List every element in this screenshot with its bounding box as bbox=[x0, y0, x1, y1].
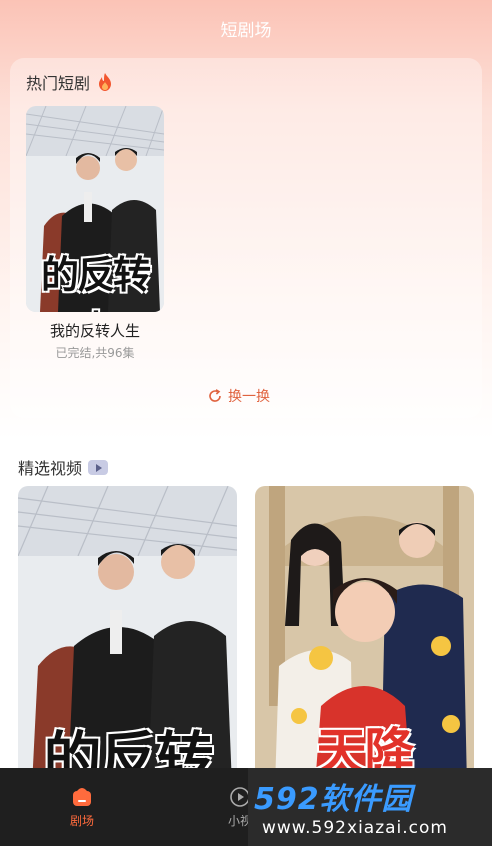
drama-name[interactable]: 我的反转人生 bbox=[26, 320, 164, 341]
tab-theater-label: 剧场 bbox=[69, 814, 94, 828]
featured-videos-title: 精选视频 bbox=[18, 459, 83, 478]
play-badge-icon bbox=[88, 459, 109, 475]
drama-poster-title: 的反转人 bbox=[40, 253, 151, 312]
flame-icon bbox=[99, 73, 112, 91]
hot-dramas-header: 热门短剧 bbox=[26, 70, 114, 94]
tab-theater[interactable]: 剧场 bbox=[42, 786, 122, 829]
featured-videos-header: 精选视频 bbox=[18, 455, 109, 479]
hot-dramas-card: 热门短剧 的反转人 我的反转人生 已完结,共96集 bbox=[10, 58, 482, 418]
drama-poster[interactable]: 的反转人 bbox=[26, 106, 164, 312]
featured-video-card-2[interactable]: 天降 bbox=[255, 486, 474, 786]
site-watermark: 592软件园 www.592xiazai.com bbox=[248, 768, 492, 846]
watermark-url: www.592xiazai.com bbox=[262, 818, 448, 838]
featured-video-card-1[interactable]: 的反转 bbox=[18, 486, 237, 786]
theater-icon bbox=[73, 788, 91, 806]
hot-dramas-title: 热门短剧 bbox=[26, 74, 91, 93]
watermark-brand: 592软件园 bbox=[254, 782, 413, 817]
refresh-icon bbox=[209, 389, 221, 402]
page-title: 短剧场 bbox=[220, 21, 272, 41]
refresh-button[interactable]: 换一换 bbox=[208, 386, 270, 406]
drama-status: 已完结,共96集 bbox=[55, 346, 135, 360]
refresh-label: 换一换 bbox=[228, 389, 270, 405]
